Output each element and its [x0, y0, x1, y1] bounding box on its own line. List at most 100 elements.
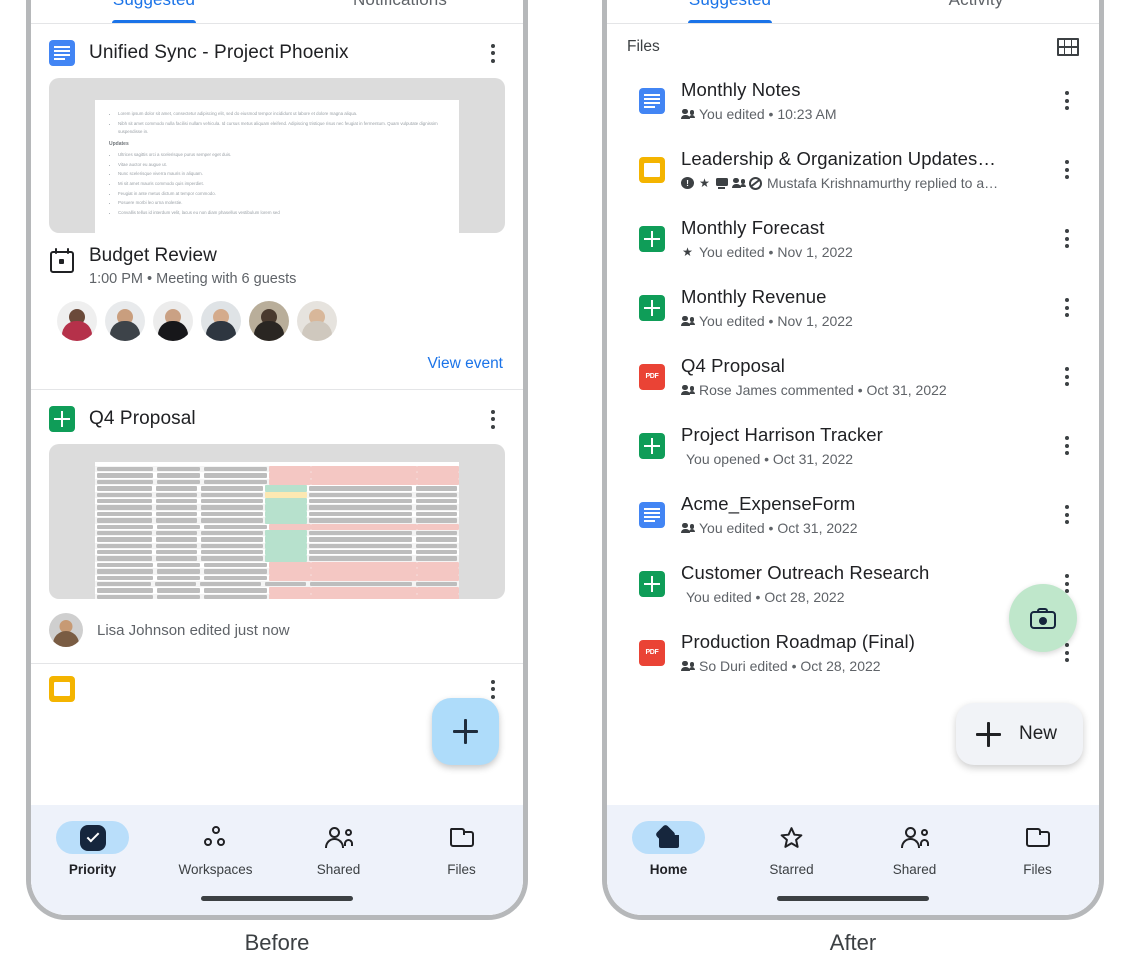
document-preview-page: Lorem ipsum dolor sit amet, consectetur …: [95, 100, 459, 233]
avatar[interactable]: [249, 301, 289, 341]
card-overflow-menu-icon[interactable]: [481, 409, 505, 429]
slides-icon: [639, 156, 665, 183]
spreadsheet-preview-grid: [95, 462, 459, 599]
workspaces-icon: [203, 825, 229, 851]
file-name: Project Harrison Tracker: [681, 424, 883, 445]
add-fab-button[interactable]: [432, 698, 499, 765]
nav-item-home[interactable]: Home: [607, 821, 730, 877]
file-overflow-menu-icon[interactable]: [1055, 298, 1079, 317]
file-overflow-menu-icon[interactable]: [1055, 367, 1079, 386]
people-icon: [900, 825, 929, 851]
people-badge-icon: [681, 522, 695, 535]
file-overflow-menu-icon[interactable]: [1055, 229, 1079, 248]
file-list[interactable]: Monthly Notes You edited • 10:23 AM Leader…: [607, 66, 1099, 805]
before-bottom-nav: Priority Workspaces Shared Files: [31, 805, 523, 915]
file-overflow-menu-icon[interactable]: [1055, 91, 1079, 110]
avatar[interactable]: [201, 301, 241, 341]
file-badges: [681, 108, 695, 121]
sheets-icon: [639, 570, 665, 597]
tab-suggested[interactable]: Suggested: [31, 0, 277, 23]
card-title: [89, 678, 467, 700]
nav-item-starred[interactable]: Starred: [730, 821, 853, 877]
file-row[interactable]: Leadership & Organization Updates…! ★ Must…: [607, 135, 1099, 204]
preview-bullet: Feugiat in ante metus dictum at tempor c…: [118, 190, 445, 198]
file-name: Monthly Revenue: [681, 286, 827, 307]
tab-suggested-label: Suggested: [689, 0, 771, 10]
card-attribution: Lisa Johnson edited just now: [31, 599, 523, 651]
star-badge-icon: ★: [682, 244, 693, 259]
file-meta: ! ★ Mustafa Krishnamurthy replied to a…: [681, 175, 1039, 191]
comparison-stage: Suggested Notifications Unified Sync - P…: [0, 0, 1130, 973]
attribution-text: Lisa Johnson edited just now: [97, 621, 290, 639]
document-preview-thumbnail[interactable]: Lorem ipsum dolor sit amet, consectetur …: [49, 78, 505, 233]
card-header: [31, 664, 523, 702]
file-row[interactable]: Acme_ExpenseForm You edited • Oct 31, 202…: [607, 480, 1099, 549]
file-overflow-menu-icon[interactable]: [1055, 160, 1079, 179]
priority-card-document[interactable]: Unified Sync - Project Phoenix Lorem ips…: [31, 24, 523, 390]
tab-activity[interactable]: Activity: [853, 0, 1099, 23]
screen-badge-icon: [715, 177, 728, 190]
sheets-icon: [639, 225, 665, 252]
docs-icon: [639, 87, 665, 114]
scan-fab-button[interactable]: [1009, 584, 1077, 652]
file-meta: Rose James commented • Oct 31, 2022: [681, 382, 1039, 398]
file-row[interactable]: Q4 Proposal Rose James commented • Oct 31…: [607, 342, 1099, 411]
after-tabbar: Suggested Activity: [607, 0, 1099, 24]
sheets-icon: [639, 432, 665, 459]
preview-bullet: Posuere morbi leo urna molestie.: [118, 199, 445, 207]
nav-label: Starred: [769, 862, 814, 877]
restricted-badge-icon: [749, 176, 762, 190]
grid-view-icon[interactable]: [1057, 38, 1079, 56]
file-overflow-menu-icon[interactable]: [1055, 436, 1079, 455]
nav-label: Files: [1023, 862, 1052, 877]
tab-suggested[interactable]: Suggested: [607, 0, 853, 23]
file-overflow-menu-icon[interactable]: [1055, 505, 1079, 524]
files-section-title: Files: [627, 38, 660, 55]
docs-icon: [639, 501, 665, 528]
nav-item-files[interactable]: Files: [976, 821, 1099, 877]
new-fab-button[interactable]: New: [955, 703, 1083, 765]
nav-item-shared[interactable]: Shared: [277, 821, 400, 877]
system-home-indicator: [201, 896, 353, 901]
tab-notifications[interactable]: Notifications: [277, 0, 523, 23]
file-meta: You opened • Oct 31, 2022: [681, 451, 1039, 467]
file-meta: You edited • Nov 1, 2022: [681, 313, 1039, 329]
file-meta-text: You edited • Oct 28, 2022: [686, 589, 845, 605]
pdf-icon: [639, 639, 665, 666]
nav-pill: [56, 821, 129, 854]
preview-bullet: Convallis tellus id interdum velit, lacu…: [118, 209, 445, 217]
avatar[interactable]: [105, 301, 145, 341]
nav-item-shared[interactable]: Shared: [853, 821, 976, 877]
file-row[interactable]: Project Harrison Tracker You opened • Oct…: [607, 411, 1099, 480]
star-icon: [779, 825, 805, 851]
spreadsheet-preview-thumbnail[interactable]: [49, 444, 505, 599]
sheets-icon: [639, 294, 665, 321]
calendar-event[interactable]: Budget Review 1:00 PM • Meeting with 6 g…: [31, 233, 523, 287]
docs-icon: [49, 40, 75, 66]
files-section-header: Files: [607, 24, 1099, 66]
card-overflow-menu-icon[interactable]: [481, 679, 505, 699]
plus-icon: [453, 719, 478, 744]
before-content-scroll[interactable]: Unified Sync - Project Phoenix Lorem ips…: [31, 24, 523, 805]
file-row[interactable]: Monthly Revenue You edited • Nov 1, 2022: [607, 273, 1099, 342]
sheets-icon: [49, 406, 75, 432]
priority-card-spreadsheet[interactable]: Q4 Proposal Lisa Johnson edited just now: [31, 390, 523, 664]
nav-item-files[interactable]: Files: [400, 821, 523, 877]
file-name: Monthly Forecast: [681, 217, 825, 238]
file-meta-text: Mustafa Krishnamurthy replied to a…: [767, 175, 999, 191]
tab-notifications-label: Notifications: [353, 0, 447, 10]
caption-after: After: [829, 930, 877, 955]
card-overflow-menu-icon[interactable]: [481, 43, 505, 63]
file-row[interactable]: Monthly Forecast ★ You edited • Nov 1, 202…: [607, 204, 1099, 273]
avatar[interactable]: [153, 301, 193, 341]
file-row[interactable]: Monthly Notes You edited • 10:23 AM: [607, 66, 1099, 135]
avatar[interactable]: [57, 301, 97, 341]
avatar[interactable]: [297, 301, 337, 341]
preview-bullet: Nunc scelerisque viverra mauris in aliqu…: [118, 170, 445, 178]
file-meta-text: You edited • Nov 1, 2022: [699, 244, 853, 260]
nav-item-workspaces[interactable]: Workspaces: [154, 821, 277, 877]
file-meta-text: You edited • Oct 31, 2022: [699, 520, 858, 536]
nav-item-priority[interactable]: Priority: [31, 821, 154, 877]
view-event-button[interactable]: View event: [31, 341, 523, 377]
phone-after: Suggested Activity Files Monthly Notes Yo…: [602, 0, 1104, 920]
